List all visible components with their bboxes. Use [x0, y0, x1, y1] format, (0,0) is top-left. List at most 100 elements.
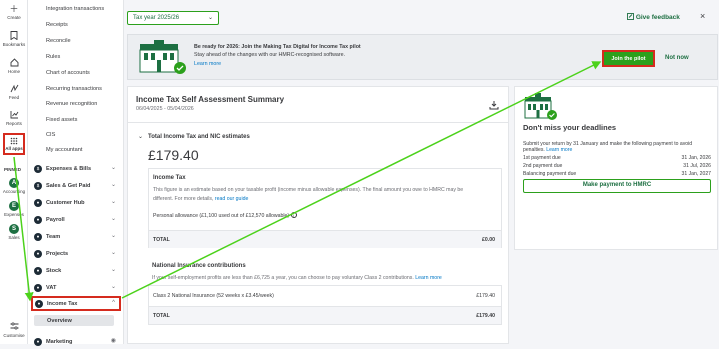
chevron-down-icon: ⌄: [110, 216, 116, 222]
income-tax-text-2: different. For more details, read our gu…: [153, 196, 248, 202]
rail-create-label: Create: [7, 15, 21, 20]
income-tax-total-label: TOTAL: [153, 237, 170, 243]
building-illustration-icon: [136, 40, 186, 81]
subnav-item-fixed-assets[interactable]: Fixed assets: [46, 117, 77, 123]
subnav-item-chart-of-accounts[interactable]: Chart of accounts: [46, 70, 90, 76]
make-payment-button[interactable]: Make payment to HMRC: [523, 179, 711, 193]
income-tax-total-value: £0.00: [482, 237, 495, 243]
nav-vat[interactable]: ● VAT ⌄: [34, 283, 120, 295]
rail-home-label: Home: [7, 69, 20, 74]
deadline-label: 2nd payment due: [523, 163, 563, 169]
subnav-item-revenue-recognition[interactable]: Revenue recognition: [46, 101, 97, 107]
rail-sales[interactable]: S Sales: [0, 224, 28, 240]
deadlines-text-block: Submit your return by 31 January and mak…: [523, 141, 713, 153]
rail-expenses[interactable]: E Expenses: [0, 201, 28, 217]
download-icon[interactable]: [489, 97, 499, 110]
nav-income-tax[interactable]: ● Income Tax ^: [31, 296, 121, 311]
chevron-down-icon[interactable]: ⌄: [138, 133, 143, 140]
close-icon[interactable]: ×: [700, 11, 705, 21]
deadlines-learn-more-link[interactable]: Learn more: [546, 147, 572, 153]
deadline-date: 31 Jul, 2026: [683, 163, 711, 169]
chevron-down-icon: ⌄: [110, 182, 116, 188]
subnav-item-my-accountant[interactable]: My accountant: [46, 147, 82, 153]
rail-feed-label: Feed: [8, 95, 20, 100]
sales-icon: $: [34, 182, 42, 190]
nav-payroll[interactable]: ● Payroll ⌄: [34, 215, 120, 227]
total-estimate-amount: £179.40: [148, 147, 199, 163]
subnav-item-integration-transactions[interactable]: Integration transactions: [46, 6, 104, 12]
nav-customer-hub[interactable]: ● Customer Hub ⌄: [34, 198, 120, 210]
give-feedback-link[interactable]: Give feedback: [627, 13, 680, 21]
chevron-down-icon: ⌄: [110, 267, 116, 273]
customer-hub-icon: ●: [34, 199, 42, 207]
left-rail: ＋ Create Bookmarks Home Feed Reports All…: [0, 0, 28, 344]
rail-bookmarks[interactable]: Bookmarks: [0, 31, 28, 47]
nav-customer-hub-label: Customer Hub: [46, 199, 85, 206]
nav-team[interactable]: ● Team ⌄: [34, 232, 120, 244]
income-tax-total-row: TOTAL £0.00: [149, 230, 501, 248]
ni-total-value: £179.40: [476, 313, 495, 319]
subnav-item-cis[interactable]: CIS: [46, 132, 55, 138]
income-tax-text-2-a: different. For more details,: [153, 196, 214, 202]
subnav-item-overview[interactable]: Overview: [34, 315, 114, 326]
nav-stock[interactable]: ● Stock ⌄: [34, 266, 120, 278]
team-icon: ●: [34, 233, 42, 241]
ni-text-line: If your self-employment profits are less…: [152, 275, 442, 281]
join-the-pilot-button[interactable]: Join the pilot: [602, 50, 655, 67]
rail-feed[interactable]: Feed: [0, 84, 28, 100]
chevron-down-icon: ⌄: [110, 165, 116, 171]
deadline-date: 31 Jan, 2026: [681, 155, 711, 161]
read-our-guide-link[interactable]: read our guide: [215, 196, 248, 202]
pinned-label: PINNED: [4, 167, 22, 172]
rail-create[interactable]: ＋ Create: [0, 4, 28, 20]
subnav-item-rules[interactable]: Rules: [46, 54, 60, 60]
chevron-up-icon: ^: [112, 300, 115, 306]
plus-icon: ＋: [9, 4, 19, 14]
subnav-item-recurring-transactions[interactable]: Recurring transactions: [46, 86, 102, 92]
national-insurance-section: National Insurance contributions If your…: [148, 257, 502, 345]
rail-expenses-label: Expenses: [4, 212, 24, 217]
summary-dates: 06/04/2025 - 05/04/2026: [136, 106, 194, 112]
nav-sales-get-paid-label: Sales & Get Paid: [46, 182, 91, 189]
ni-title: National Insurance contributions: [152, 263, 246, 269]
building-check-icon: [523, 93, 557, 126]
rail-home[interactable]: Home: [0, 58, 28, 74]
bookmark-icon: [9, 31, 19, 41]
subnav-item-reconcile[interactable]: Reconcile: [46, 38, 71, 44]
nav-expenses-bills[interactable]: $ Expenses & Bills ⌄: [34, 164, 120, 176]
info-icon[interactable]: i: [290, 212, 297, 218]
deadline-label: Balancing payment due: [523, 171, 577, 177]
accounting-subnav: Integration transactions Receipts Reconc…: [28, 0, 124, 346]
not-now-button[interactable]: Not now: [665, 55, 689, 61]
income-tax-section: Income Tax This figure is an estimate ba…: [148, 168, 502, 248]
ni-text: If your self-employment profits are less…: [152, 275, 414, 281]
tax-year-select[interactable]: Tax year 2025/26 ⌄: [127, 11, 219, 25]
rail-accounting-label: Accounting: [2, 189, 26, 194]
rail-reports[interactable]: Reports: [0, 110, 28, 126]
rail-customise[interactable]: Customise: [0, 322, 28, 338]
vat-icon: ●: [34, 284, 42, 292]
payroll-icon: ●: [34, 216, 42, 224]
banner-title: Be ready for 2026: Join the Making Tax D…: [194, 44, 361, 50]
feedback-icon: [627, 13, 634, 20]
chevron-down-icon: ⌄: [110, 250, 116, 256]
nav-projects[interactable]: ● Projects ⌄: [34, 249, 120, 261]
nav-income-tax-label: Income Tax: [47, 301, 78, 307]
class2-value: £179.40: [476, 293, 495, 299]
nav-sales-get-paid[interactable]: $ Sales & Get Paid ⌄: [34, 181, 120, 193]
rail-all-apps[interactable]: All apps: [3, 133, 25, 155]
deadline-row: 1st payment due 31 Jan, 2026: [523, 155, 711, 161]
rail-reports-label: Reports: [6, 121, 22, 126]
subnav-item-receipts[interactable]: Receipts: [46, 22, 68, 28]
feed-icon: [9, 84, 19, 94]
banner-learn-more-link[interactable]: Learn more: [194, 61, 221, 67]
income-tax-summary-card: Income Tax Self Assessment Summary 06/04…: [127, 86, 509, 344]
accounting-icon: A: [9, 178, 19, 188]
deadline-row: Balancing payment due 31 Jan, 2027: [523, 171, 711, 177]
ni-learn-more-link[interactable]: Learn more: [415, 275, 442, 281]
deadline-date: 31 Jan, 2027: [681, 171, 711, 177]
nav-marketing[interactable]: ● Marketing ◉: [34, 337, 120, 349]
personal-allowance-label: Personal allowance (£1,100 used out of £…: [153, 212, 297, 219]
deadlines-title: Don't miss your deadlines: [523, 123, 617, 132]
rail-accounting[interactable]: A Accounting: [0, 178, 28, 194]
